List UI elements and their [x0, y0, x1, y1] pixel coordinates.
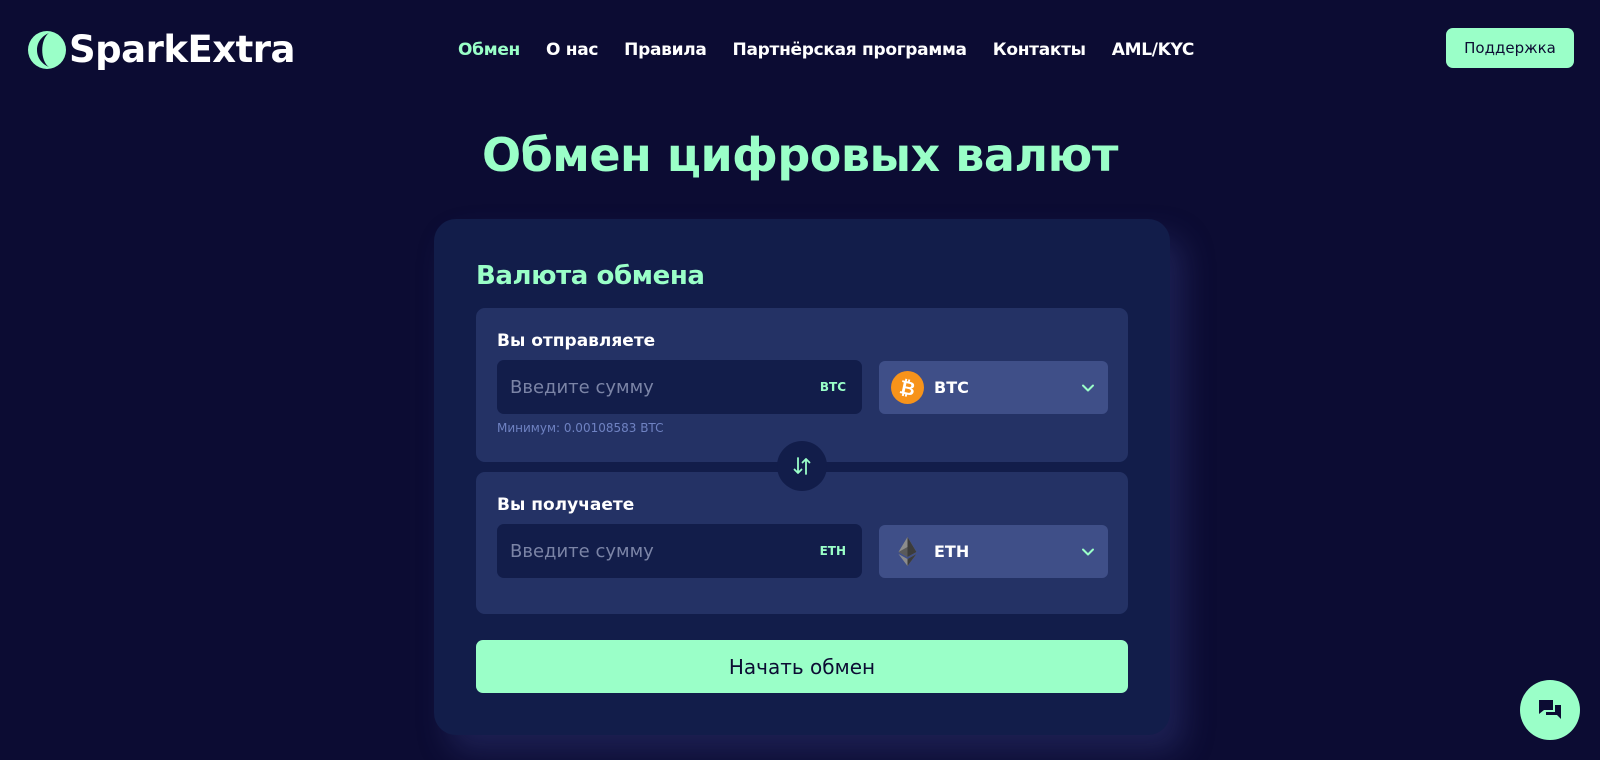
- send-label: Вы отправляете: [497, 331, 656, 351]
- send-amount-box: BTC: [497, 360, 862, 414]
- nav-item-aml-kyc[interactable]: AML/KYC: [1112, 40, 1195, 60]
- chat-icon: [1539, 700, 1561, 719]
- support-button[interactable]: Поддержка: [1446, 28, 1574, 68]
- receive-label: Вы получаете: [497, 495, 635, 515]
- chevron-down-icon: [1082, 548, 1094, 556]
- nav-item-about[interactable]: О нас: [546, 40, 598, 60]
- receive-amount-unit: ETH: [819, 544, 846, 558]
- nav-item-partner-program[interactable]: Партнёрская программа: [733, 40, 967, 60]
- swap-arrows-icon: [793, 457, 811, 475]
- receive-currency-select[interactable]: ETH: [879, 525, 1108, 578]
- receive-currency-name: ETH: [934, 542, 970, 561]
- start-exchange-button[interactable]: Начать обмен: [476, 640, 1128, 693]
- send-panel: Вы отправляете BTC ₿ BTC Минимум: 0.0010…: [476, 308, 1128, 462]
- receive-panel: Вы получаете ETH ETH: [476, 472, 1128, 614]
- bitcoin-icon: ₿: [891, 371, 924, 404]
- logo-text: SparkExtra: [69, 28, 296, 71]
- chevron-down-icon: [1082, 384, 1094, 392]
- send-currency-select[interactable]: ₿ BTC: [879, 361, 1108, 414]
- chat-button[interactable]: [1520, 680, 1580, 740]
- exchange-card-title: Валюта обмена: [476, 261, 705, 291]
- send-amount-input[interactable]: [497, 360, 797, 414]
- receive-amount-input[interactable]: [497, 524, 797, 578]
- page-title: Обмен цифровых валют: [482, 128, 1118, 182]
- nav-item-exchange[interactable]: Обмен: [458, 40, 520, 60]
- site-header: SparkExtra Обмен О нас Правила Партнёрск…: [0, 0, 1600, 100]
- exchange-card: Валюта обмена Вы отправляете BTC ₿ BTC М…: [434, 219, 1170, 735]
- swap-currencies-button[interactable]: [777, 441, 827, 491]
- main-nav: Обмен О нас Правила Партнёрская программ…: [458, 37, 1220, 63]
- send-minimum-note: Минимум: 0.00108583 BTC: [497, 421, 664, 435]
- logo-icon: [28, 31, 66, 69]
- logo[interactable]: SparkExtra: [28, 28, 296, 71]
- nav-item-rules[interactable]: Правила: [624, 40, 707, 60]
- ethereum-icon: [898, 537, 917, 566]
- send-amount-unit: BTC: [819, 380, 846, 394]
- send-currency-name: BTC: [934, 378, 969, 397]
- nav-item-contacts[interactable]: Контакты: [993, 40, 1086, 60]
- receive-amount-box: ETH: [497, 524, 862, 578]
